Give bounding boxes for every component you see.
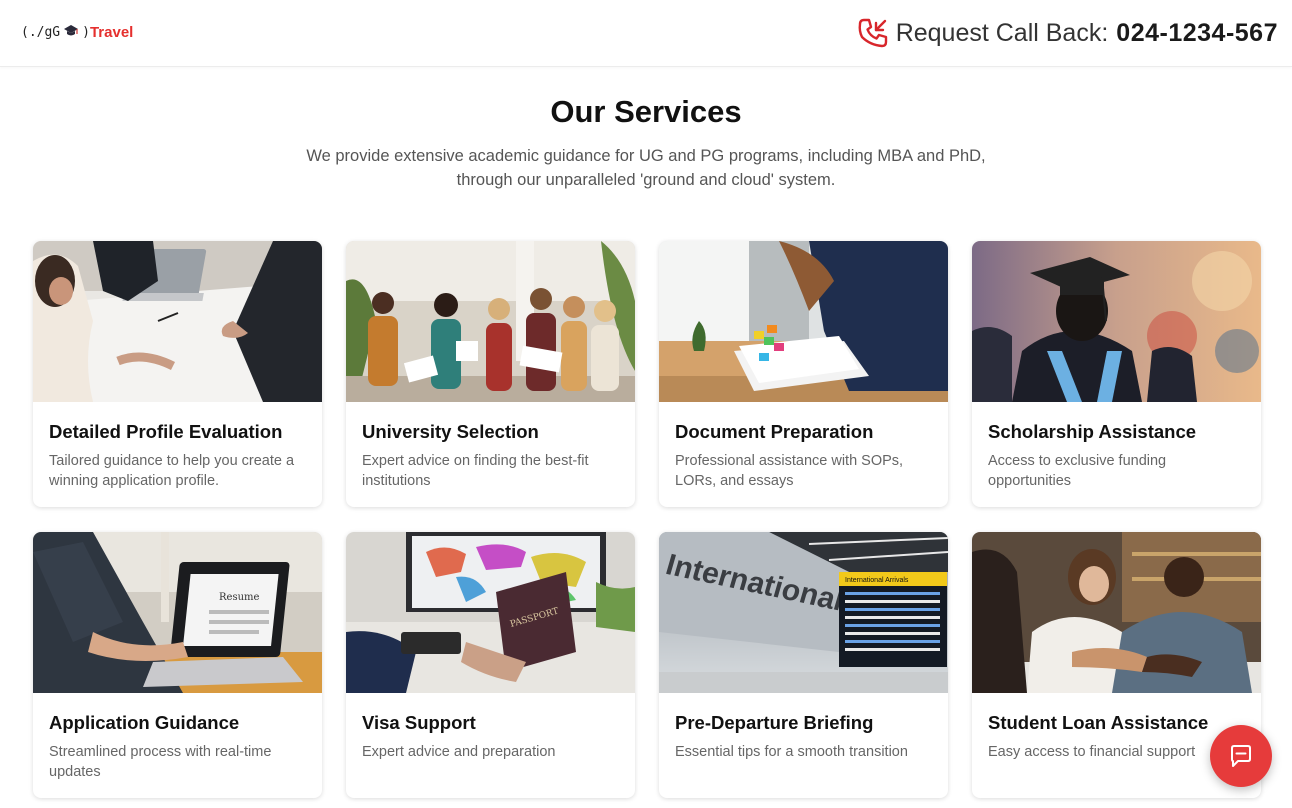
service-title: Student Loan Assistance xyxy=(988,712,1209,733)
logo-brand-text: Travel xyxy=(89,23,134,41)
service-card-profile-evaluation[interactable]: Detailed Profile Evaluation Tailored gui… xyxy=(33,241,322,507)
subtitle-line-1: We provide extensive academic guidance f… xyxy=(306,147,986,165)
airport-international-photo: International International Arrivals xyxy=(659,532,948,693)
service-title: Pre-Departure Briefing xyxy=(675,712,874,733)
service-title: Visa Support xyxy=(362,712,476,733)
service-title: Application Guidance xyxy=(49,712,240,733)
graduation-cap-photo xyxy=(972,241,1261,402)
service-title: University Selection xyxy=(362,421,539,442)
resume-photo-text: Resume xyxy=(219,592,260,603)
service-card-visa-support[interactable]: PASSPORT Visa Support Expert advice and … xyxy=(346,532,635,798)
chat-button[interactable] xyxy=(1210,725,1272,787)
service-title: Scholarship Assistance xyxy=(988,421,1197,442)
service-description: Essential tips for a smooth transition xyxy=(675,744,908,760)
page-subtitle: We provide extensive academic guidance f… xyxy=(246,144,1046,192)
laptop-resume-photo: Resume xyxy=(33,532,322,693)
request-callback[interactable]: Request Call Back: 024-1234-567 xyxy=(856,15,1278,51)
service-card-document-preparation[interactable]: Document Preparation Professional assist… xyxy=(659,241,948,507)
service-description: Access to exclusive funding opportunitie… xyxy=(988,453,1167,489)
service-title: Document Preparation xyxy=(675,421,874,442)
callback-number[interactable]: 024-1234-567 xyxy=(1116,19,1278,48)
service-description: Expert advice and preparation xyxy=(362,744,556,760)
logo-code-text: (./gG xyxy=(21,24,61,40)
handshake-photo xyxy=(972,532,1261,693)
graduation-cap-icon xyxy=(63,24,79,41)
service-description: Tailored guidance to help you create a w… xyxy=(49,453,295,489)
service-card-application-guidance[interactable]: Resume Application Guidance Streamlined … xyxy=(33,532,322,798)
students-group-photo xyxy=(346,241,635,402)
service-card-pre-departure-briefing[interactable]: International International Arrivals Pre… xyxy=(659,532,948,798)
top-bar: (./gG ) Travel Request Call Back: 024-12… xyxy=(0,0,1292,67)
chat-bubble-icon xyxy=(1231,745,1251,767)
service-description: Streamlined process with real-time updat… xyxy=(49,744,272,780)
service-title: Detailed Profile Evaluation xyxy=(49,421,283,442)
phone-callback-icon xyxy=(858,18,887,48)
business-meeting-photo xyxy=(33,241,322,402)
logo-close-text: ) xyxy=(82,24,90,40)
service-card-university-selection[interactable]: University Selection Expert advice on fi… xyxy=(346,241,635,507)
documents-desk-photo xyxy=(659,241,948,402)
service-card-scholarship-assistance[interactable]: Scholarship Assistance Access to exclusi… xyxy=(972,241,1261,507)
service-description: Expert advice on finding the best-fit in… xyxy=(362,453,589,489)
callback-label: Request Call Back: xyxy=(895,18,1109,47)
arrivals-board-text: International Arrivals xyxy=(845,577,909,584)
subtitle-line-2: through our unparalleled 'ground and clo… xyxy=(456,171,836,189)
service-description: Professional assistance with SOPs, LORs,… xyxy=(675,453,904,489)
page-title: Our Services xyxy=(550,94,742,129)
passport-map-photo: PASSPORT xyxy=(346,532,635,693)
site-logo[interactable]: (./gG ) Travel xyxy=(21,22,133,42)
